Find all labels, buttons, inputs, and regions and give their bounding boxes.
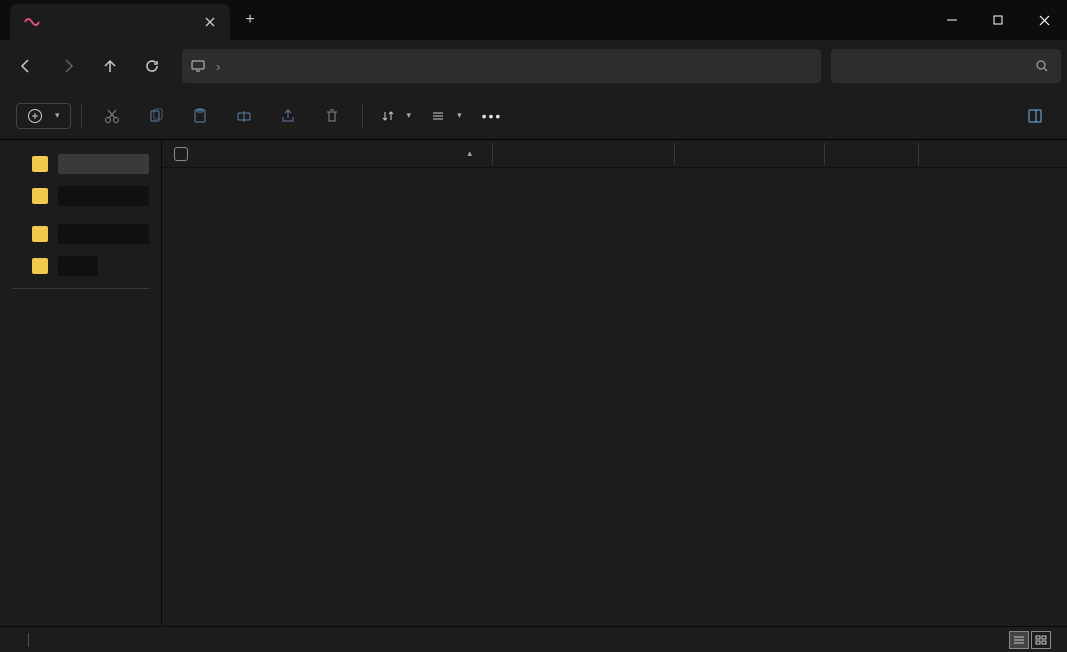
column-type-header[interactable] <box>674 143 824 165</box>
details-button[interactable] <box>1027 108 1051 124</box>
folder-icon <box>32 188 48 204</box>
sort-icon <box>381 109 395 123</box>
folder-icon <box>32 226 48 242</box>
tab-odrive[interactable] <box>10 4 230 40</box>
toolbar: ▾ ▾ ▾ ••• <box>0 92 1067 140</box>
view-icon <box>431 109 445 123</box>
select-all-checkbox[interactable] <box>174 147 188 161</box>
chevron-down-icon: ▾ <box>407 110 412 121</box>
folder-icon <box>32 258 48 274</box>
share-button[interactable] <box>268 98 308 134</box>
sidebar <box>0 140 162 626</box>
copy-button[interactable] <box>136 98 176 134</box>
sidebar-folder-redacted[interactable] <box>0 180 161 212</box>
sort-indicator-icon: ▴ <box>467 148 472 159</box>
sort-button[interactable]: ▾ <box>373 105 420 127</box>
column-date-header[interactable] <box>492 143 674 165</box>
file-rows <box>162 168 1067 626</box>
back-button[interactable] <box>6 46 46 86</box>
thumbnails-view-toggle[interactable] <box>1031 631 1051 649</box>
delete-button[interactable] <box>312 98 352 134</box>
separator <box>362 104 363 128</box>
up-button[interactable] <box>90 46 130 86</box>
window-controls <box>929 0 1067 40</box>
sidebar-folder-redacted[interactable] <box>0 218 161 250</box>
sidebar-folder-redacted[interactable] <box>0 148 161 180</box>
rename-button[interactable] <box>224 98 264 134</box>
column-name-header[interactable]: ▴ <box>162 147 492 161</box>
new-button[interactable]: ▾ <box>16 103 71 129</box>
view-toggles <box>1009 631 1051 649</box>
navbar: › <box>0 40 1067 92</box>
details-view-toggle[interactable] <box>1009 631 1029 649</box>
maximize-button[interactable] <box>975 0 1021 40</box>
chevron-right-icon: › <box>216 59 220 74</box>
plus-circle-icon <box>27 108 43 124</box>
redacted-label <box>58 256 98 276</box>
column-spacer <box>918 143 1067 165</box>
statusbar <box>0 626 1067 652</box>
details-icon <box>1027 108 1043 124</box>
redacted-label <box>58 224 149 244</box>
body: ▴ <box>0 140 1067 626</box>
minimize-button[interactable] <box>929 0 975 40</box>
folder-icon <box>32 156 48 172</box>
view-button[interactable]: ▾ <box>423 105 470 127</box>
column-headers: ▴ <box>162 140 1067 168</box>
redacted-label <box>58 154 149 174</box>
more-button[interactable]: ••• <box>474 104 511 128</box>
column-size-header[interactable] <box>824 143 918 165</box>
separator <box>12 288 149 289</box>
cut-button[interactable] <box>92 98 132 134</box>
titlebar: + <box>0 0 1067 40</box>
close-icon[interactable] <box>204 16 216 28</box>
chevron-down-icon: ▾ <box>55 110 60 121</box>
search-input[interactable] <box>831 49 1061 83</box>
paste-button[interactable] <box>180 98 220 134</box>
search-icon <box>1035 59 1049 73</box>
chevron-down-icon: ▾ <box>457 110 462 121</box>
separator <box>28 633 29 647</box>
address-bar[interactable]: › <box>182 49 821 83</box>
new-tab-button[interactable]: + <box>230 0 270 40</box>
odrive-icon <box>24 14 40 30</box>
separator <box>81 104 82 128</box>
file-list-area: ▴ <box>162 140 1067 626</box>
redacted-label <box>58 186 149 206</box>
forward-button[interactable] <box>48 46 88 86</box>
sidebar-folder-redacted[interactable] <box>0 250 161 282</box>
close-window-button[interactable] <box>1021 0 1067 40</box>
monitor-icon <box>190 58 206 74</box>
refresh-button[interactable] <box>132 46 172 86</box>
